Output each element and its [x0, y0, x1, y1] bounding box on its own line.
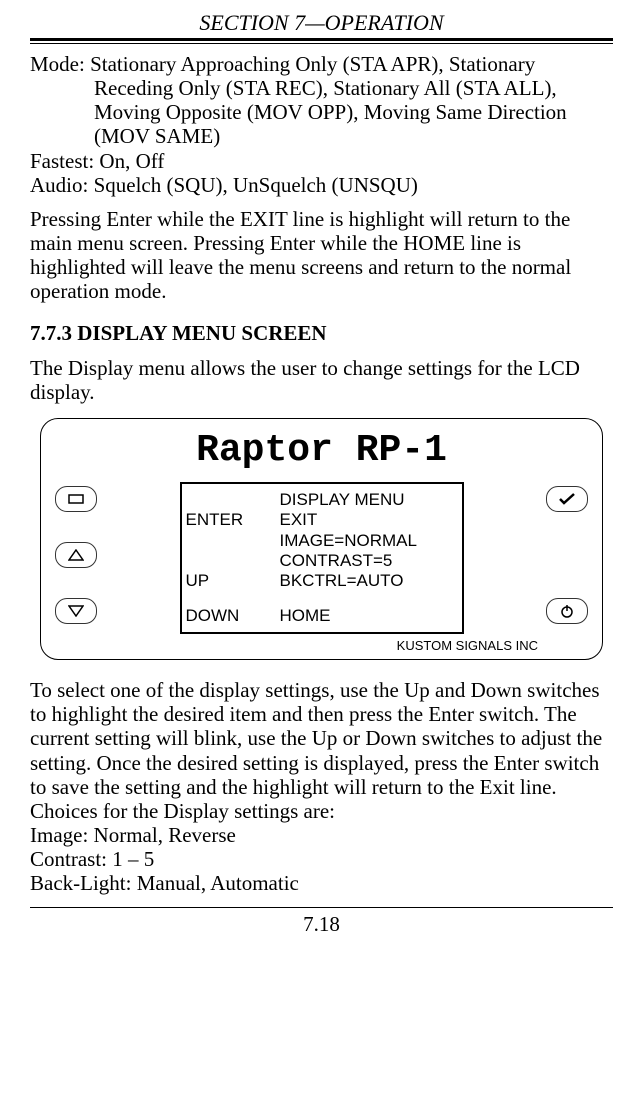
- display-instructions-paragraph: To select one of the display settings, u…: [30, 678, 613, 799]
- enter-button[interactable]: [55, 486, 97, 512]
- lcd-screen: DISPLAY MENU ENTEREXIT IMAGE=NORMAL CONT…: [180, 482, 464, 634]
- fastest-options-line: Fastest: On, Off: [30, 149, 613, 173]
- device-title: Raptor RP-1: [55, 429, 588, 472]
- rectangle-icon: [68, 494, 84, 504]
- power-icon: [560, 604, 574, 618]
- lcd-bkctrl-item: BKCTRL=AUTO: [276, 571, 462, 591]
- lcd-image-item: IMAGE=NORMAL: [276, 531, 462, 551]
- lcd-contrast-item: CONTRAST=5: [276, 551, 462, 571]
- heading-773: 7.7.3 DISPLAY MENU SCREEN: [30, 321, 613, 345]
- contrast-choices-line: Contrast: 1 – 5: [30, 847, 613, 871]
- device-panel: Raptor RP-1 DISPLAY MENU ENTEREXIT: [40, 418, 603, 660]
- image-choices-line: Image: Normal, Reverse: [30, 823, 613, 847]
- choices-label: Choices for the Display settings are:: [30, 799, 613, 823]
- lcd-exit-item: EXIT: [276, 510, 462, 530]
- mode-options-line: Mode: Stationary Approaching Only (STA A…: [30, 52, 613, 149]
- header-rule-thick: [30, 38, 613, 41]
- lcd-home-item: HOME: [276, 606, 462, 626]
- footer-rule: [30, 907, 613, 908]
- header-rule-thin: [30, 43, 613, 44]
- down-button[interactable]: [55, 598, 97, 624]
- exit-home-paragraph: Pressing Enter while the EXIT line is hi…: [30, 207, 613, 304]
- backlight-choices-line: Back-Light: Manual, Automatic: [30, 871, 613, 895]
- lcd-down-label: DOWN: [182, 606, 276, 626]
- triangle-up-icon: [68, 549, 84, 561]
- power-button[interactable]: [546, 598, 588, 624]
- page-number: 7.18: [30, 912, 613, 937]
- up-button[interactable]: [55, 542, 97, 568]
- lcd-title: DISPLAY MENU: [276, 490, 462, 510]
- lcd-up-label: UP: [182, 571, 276, 591]
- section773-intro: The Display menu allows the user to chan…: [30, 356, 613, 404]
- confirm-button[interactable]: [546, 486, 588, 512]
- triangle-down-icon: [68, 605, 84, 617]
- lcd-enter-label: ENTER: [182, 510, 276, 530]
- section-header: SECTION 7—OPERATION: [30, 10, 613, 36]
- device-brand-label: KUSTOM SIGNALS INC: [55, 634, 588, 653]
- check-icon: [558, 492, 576, 506]
- audio-options-line: Audio: Squelch (SQU), UnSquelch (UNSQU): [30, 173, 613, 197]
